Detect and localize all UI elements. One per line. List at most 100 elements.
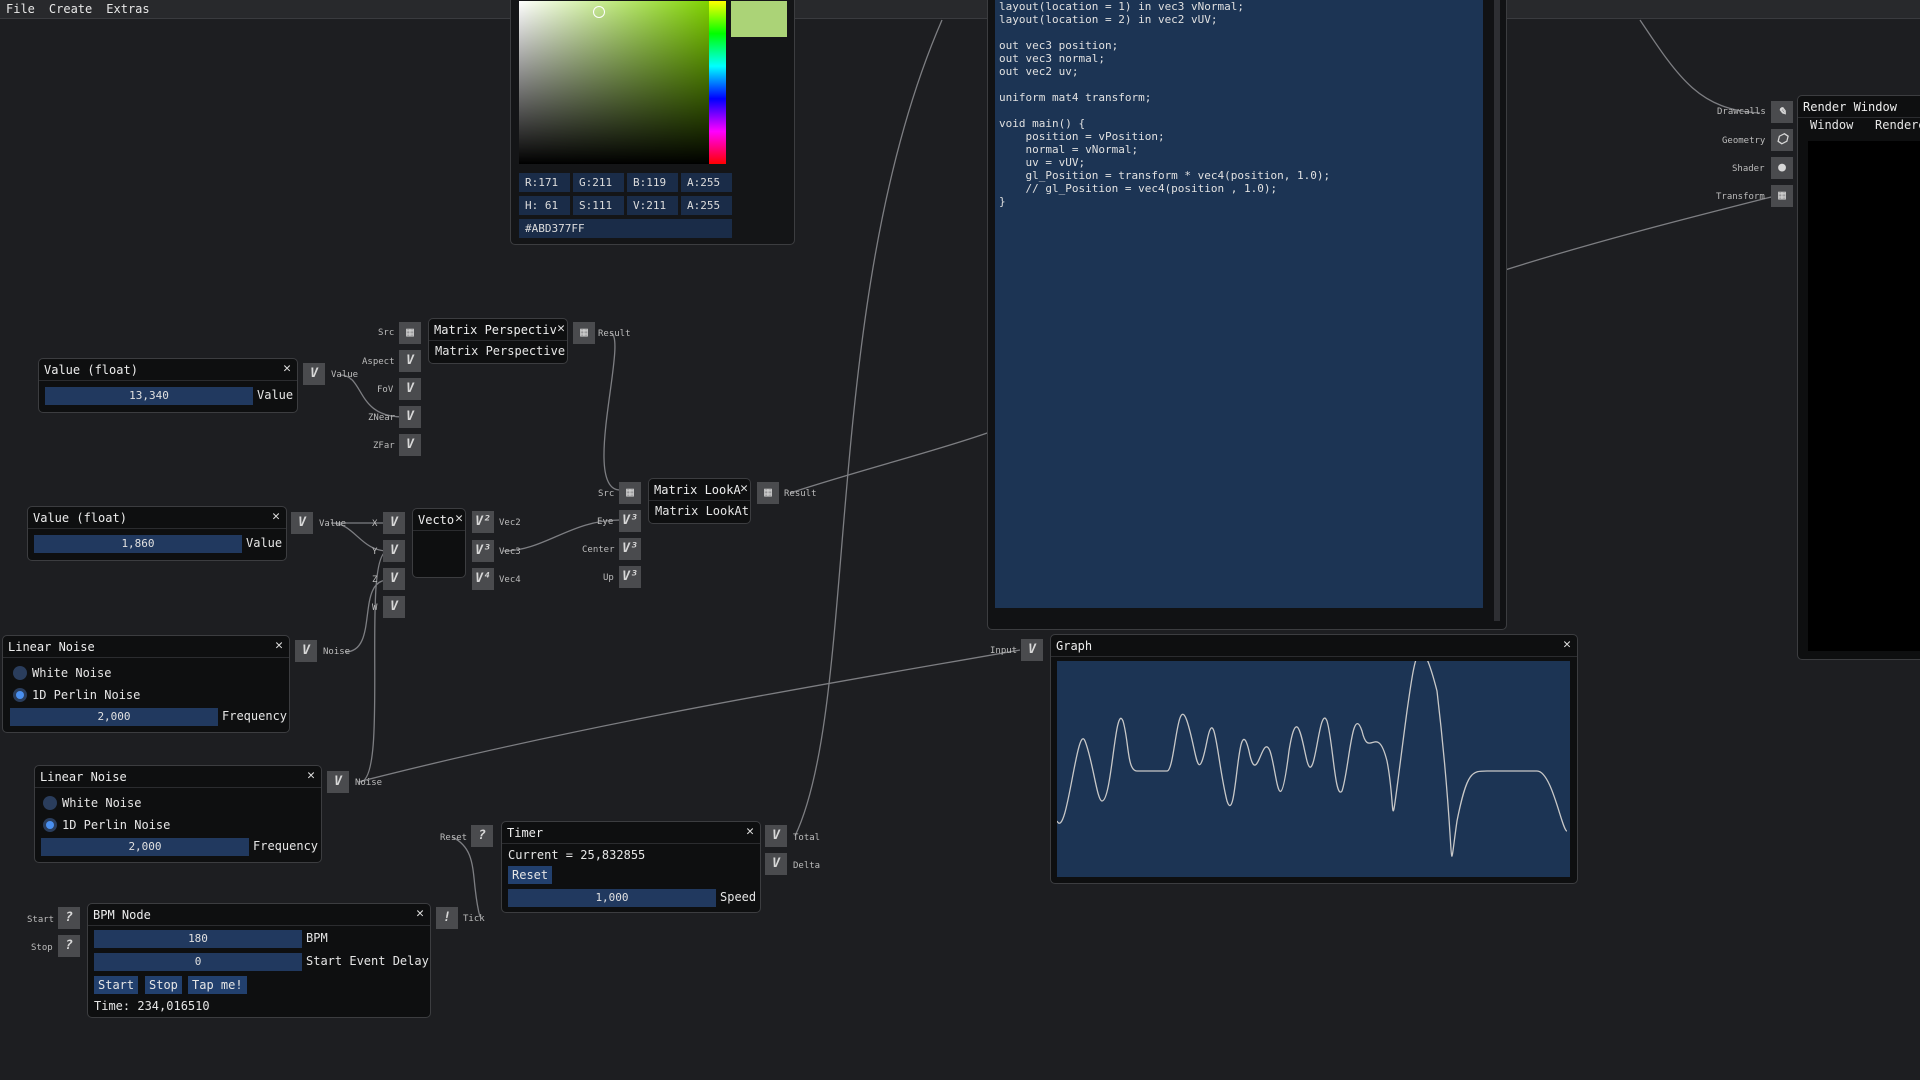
val-field[interactable]: V:211: [627, 196, 678, 215]
menu-extras[interactable]: Extras: [106, 2, 149, 16]
input-pin-zfar[interactable]: V: [399, 434, 421, 456]
render-viewport[interactable]: [1808, 141, 1920, 651]
hue-bar[interactable]: [709, 1, 726, 164]
frequency-slider[interactable]: 2,000: [10, 708, 218, 726]
value-float-node-1[interactable]: Value (float) ✕ 13,340 Value: [38, 358, 298, 413]
input-pin-y[interactable]: V: [383, 540, 405, 562]
bpm-slider[interactable]: 180: [94, 930, 302, 948]
input-pin-aspect[interactable]: V: [399, 350, 421, 372]
brush-icon[interactable]: ✎: [1771, 101, 1793, 123]
linear-noise-node-1[interactable]: Linear Noise ✕ White Noise 1D Perlin Noi…: [2, 635, 290, 733]
matrix-icon[interactable]: ▦: [619, 482, 641, 504]
frequency-slider[interactable]: 2,000: [41, 838, 249, 856]
node-title: Graph: [1051, 635, 1577, 657]
timer-node[interactable]: Timer ✕ Current = 25,832855 Reset 1,000 …: [501, 821, 761, 913]
alpha-field-2[interactable]: A:255: [681, 196, 732, 215]
tab-renderer[interactable]: Renderer: [1875, 118, 1920, 132]
sat-field[interactable]: S:111: [573, 196, 624, 215]
output-pin-value[interactable]: V: [303, 363, 325, 385]
sv-square[interactable]: [519, 1, 709, 164]
code-line: layout(location = 1) in vec3 vNormal;: [999, 0, 1245, 13]
editor-scrollbar[interactable]: [1494, 0, 1500, 621]
close-icon[interactable]: ✕: [272, 509, 280, 524]
value-float-node-2[interactable]: Value (float) ✕ 1,860 Value: [27, 506, 287, 561]
output-pin-tick[interactable]: !: [436, 907, 458, 929]
matrix-icon[interactable]: ▦: [399, 322, 421, 344]
value-slider[interactable]: 1,860: [34, 535, 242, 553]
output-pin-vec2[interactable]: V²: [472, 511, 494, 533]
input-pin-up[interactable]: V³: [619, 566, 641, 588]
close-icon[interactable]: ✕: [1563, 637, 1571, 652]
output-pin-delta[interactable]: V: [765, 853, 787, 875]
output-pin-noise[interactable]: V: [327, 771, 349, 793]
code-line: out vec3 normal;: [999, 52, 1105, 65]
tab-window[interactable]: Window: [1810, 118, 1853, 132]
speed-slider[interactable]: 1,000: [508, 889, 716, 907]
radio-white-noise[interactable]: [43, 796, 57, 810]
output-pin-value[interactable]: V: [291, 512, 313, 534]
input-pin-start[interactable]: ?: [58, 907, 80, 929]
close-icon[interactable]: ✕: [283, 361, 291, 376]
shader-code[interactable]: layout(location = 1) in vec3 vNormal; lay…: [995, 0, 1483, 608]
close-icon[interactable]: ✕: [416, 906, 424, 921]
output-pin-vec4[interactable]: V⁴: [472, 568, 494, 590]
input-pin-znear[interactable]: V: [399, 406, 421, 428]
code-line: out vec2 uv;: [999, 65, 1079, 78]
radio-white-noise[interactable]: [13, 666, 27, 680]
wire: [357, 649, 1021, 783]
output-pin-noise[interactable]: V: [295, 640, 317, 662]
input-pin-x[interactable]: V: [383, 512, 405, 534]
radio-perlin-noise[interactable]: [43, 818, 57, 832]
tap-button[interactable]: Tap me!: [188, 976, 247, 994]
graph-node[interactable]: Graph ✕: [1050, 634, 1578, 884]
close-icon[interactable]: ✕: [307, 768, 315, 783]
menu-file[interactable]: File: [6, 2, 35, 16]
wire: [451, 836, 481, 918]
input-pin-center[interactable]: V³: [619, 538, 641, 560]
input-pin-graph[interactable]: V: [1021, 639, 1043, 661]
cube-icon[interactable]: ⬡: [1771, 129, 1793, 151]
hex-field[interactable]: #ABD377FF: [519, 219, 732, 238]
input-pin-z[interactable]: V: [383, 568, 405, 590]
matrix-icon[interactable]: ▦: [573, 322, 595, 344]
matrix-icon[interactable]: ▦: [1771, 185, 1793, 207]
close-icon[interactable]: ✕: [557, 321, 565, 336]
input-pin-stop[interactable]: ?: [58, 935, 80, 957]
sv-cursor[interactable]: [593, 6, 605, 18]
close-icon[interactable]: ✕: [746, 824, 754, 839]
output-pin-vec3[interactable]: V³: [472, 540, 494, 562]
close-icon[interactable]: ✕: [275, 638, 283, 653]
radio-perlin-noise[interactable]: [13, 688, 27, 702]
stop-button[interactable]: Stop: [145, 976, 182, 994]
node-title: Matrix LookA: [649, 479, 750, 501]
input-pin-reset[interactable]: ?: [471, 825, 493, 847]
blue-field[interactable]: B:119: [627, 173, 678, 192]
vector-node[interactable]: Vecto ✕: [412, 508, 466, 578]
menu-bar: File Create Extras: [0, 0, 1920, 19]
reset-button[interactable]: Reset: [508, 866, 553, 884]
bulb-icon[interactable]: ●: [1771, 157, 1793, 179]
matrix-icon[interactable]: ▦: [757, 482, 779, 504]
matrix-perspective-node[interactable]: Matrix Perspectiv ✕ Matrix Perspective: [428, 318, 568, 364]
close-icon[interactable]: ✕: [740, 481, 748, 496]
delay-slider[interactable]: 0: [94, 953, 302, 971]
hue-field[interactable]: H: 61: [519, 196, 570, 215]
linear-noise-node-2[interactable]: Linear Noise ✕ White Noise 1D Perlin Noi…: [34, 765, 322, 863]
alpha-field[interactable]: A:255: [681, 173, 732, 192]
output-pin-total[interactable]: V: [765, 825, 787, 847]
red-field[interactable]: R:171: [519, 173, 570, 192]
green-field[interactable]: G:211: [573, 173, 624, 192]
matrix-lookat-node[interactable]: Matrix LookA ✕ Matrix LookAt: [648, 478, 751, 524]
value-label: Value: [257, 388, 294, 402]
input-pin-fov[interactable]: V: [399, 378, 421, 400]
start-button[interactable]: Start: [94, 976, 139, 994]
wire: [344, 579, 389, 653]
input-pin-w[interactable]: V: [383, 596, 405, 618]
input-pin-eye[interactable]: V³: [619, 510, 641, 532]
pin-label-shader: Shader: [1732, 164, 1765, 174]
bpm-node[interactable]: BPM Node ✕ 180 BPM 0 Start Event Delay S…: [87, 903, 431, 1018]
pin-label-aspect: Aspect: [362, 357, 395, 367]
value-slider[interactable]: 13,340: [45, 387, 253, 405]
close-icon[interactable]: ✕: [455, 511, 463, 526]
menu-create[interactable]: Create: [49, 2, 92, 16]
